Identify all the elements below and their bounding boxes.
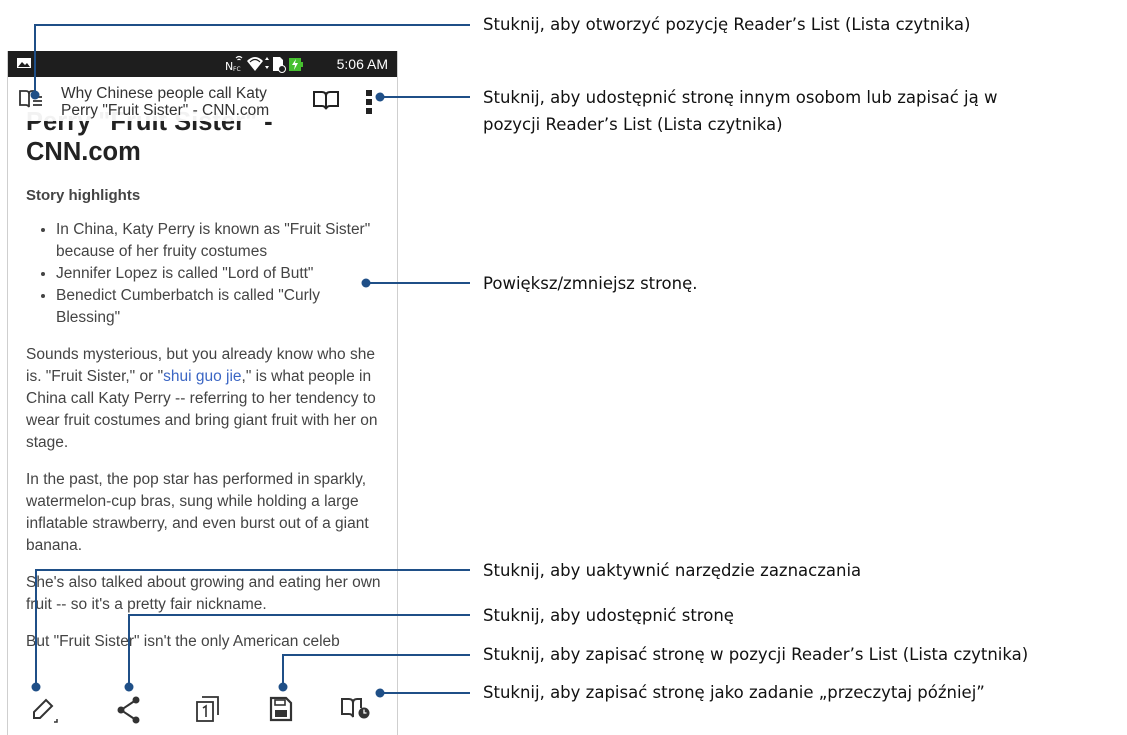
callout-open-reader-list: Stuknij, aby otworzyć pozycję Reader’s L… <box>483 15 971 34</box>
phone-screen: N FC 5:06 AM Why Chinese people call Kat… <box>7 51 398 735</box>
image-notification-icon <box>17 58 31 68</box>
article-paragraph: In the past, the pop star has performed … <box>26 471 369 554</box>
shui-guo-jie-link[interactable]: shui guo jie <box>163 368 241 385</box>
page-icon[interactable] <box>196 696 220 722</box>
reader-list-icon[interactable] <box>19 89 43 109</box>
article-paragraph: Sounds mysterious, but you already know … <box>26 344 388 454</box>
more-vert-icon[interactable] <box>366 90 372 114</box>
wifi-icon <box>247 57 269 71</box>
open-book-icon[interactable] <box>313 90 339 110</box>
read-later-icon[interactable] <box>341 696 371 720</box>
list-item: In China, Katy Perry is known as "Fruit … <box>56 219 388 263</box>
story-highlights-heading: Story highlights <box>26 187 141 204</box>
callout-highlighter: Stuknij, aby uaktywnić narzędzie zaznacz… <box>483 561 862 580</box>
page-title: Why Chinese people call Katy Perry "Frui… <box>61 85 270 119</box>
highlights-list: In China, Katy Perry is known as "Fruit … <box>26 219 388 329</box>
list-item: Jennifer Lopez is called "Lord of Butt" <box>56 263 388 285</box>
nfc-icon: N FC <box>225 55 243 73</box>
status-icons: N FC <box>225 55 303 73</box>
callout-zoom: Powiększ/zmniejsz stronę. <box>483 274 698 293</box>
reader-title-bar: Why Chinese people call Katy Perry "Frui… <box>8 77 397 121</box>
status-time: 5:06 AM <box>336 56 388 72</box>
article-paragraph: But "Fruit Sister" isn't the only Americ… <box>26 633 340 650</box>
svg-text:FC: FC <box>233 66 241 73</box>
callout-share-or-save: Stuknij, aby udostępnić stronę innym oso… <box>483 88 998 134</box>
bottom-toolbar <box>8 680 397 735</box>
callout-read-later: Stuknij, aby zapisać stronę jako zadanie… <box>483 683 985 702</box>
highlighter-icon[interactable] <box>30 696 58 724</box>
article-paragraph: She's also talked about growing and eati… <box>26 574 381 613</box>
article-content: Perry "Fruit Sister" - CNN.com Story hig… <box>26 107 388 653</box>
save-icon[interactable] <box>269 696 293 722</box>
list-item: Benedict Cumberbatch is called "Curly Bl… <box>56 285 388 329</box>
callout-save-reader-list: Stuknij, aby zapisać stronę w pozycji Re… <box>483 645 1029 664</box>
share-icon[interactable] <box>116 696 142 724</box>
svg-text:N: N <box>225 60 233 73</box>
battery-charging-icon <box>289 58 303 71</box>
sim-icon <box>273 57 286 73</box>
status-bar: N FC 5:06 AM <box>8 51 397 77</box>
callout-share: Stuknij, aby udostępnić stronę <box>483 606 734 625</box>
